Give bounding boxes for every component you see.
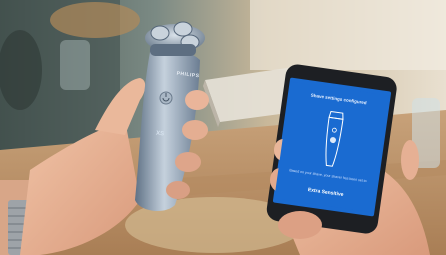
photo-scene: PHILIPS XS Shave settings configured Bas… [0,0,446,255]
app-screen-title: Shave settings configured [310,92,367,106]
phone-screen: Shave settings configured Based on your … [274,81,390,213]
app-screen-setting: Extra Sensitive [307,187,344,199]
app-screen-message: Based on your shave, your shaver has bee… [289,168,367,184]
shaver-illustration-icon [325,110,344,167]
